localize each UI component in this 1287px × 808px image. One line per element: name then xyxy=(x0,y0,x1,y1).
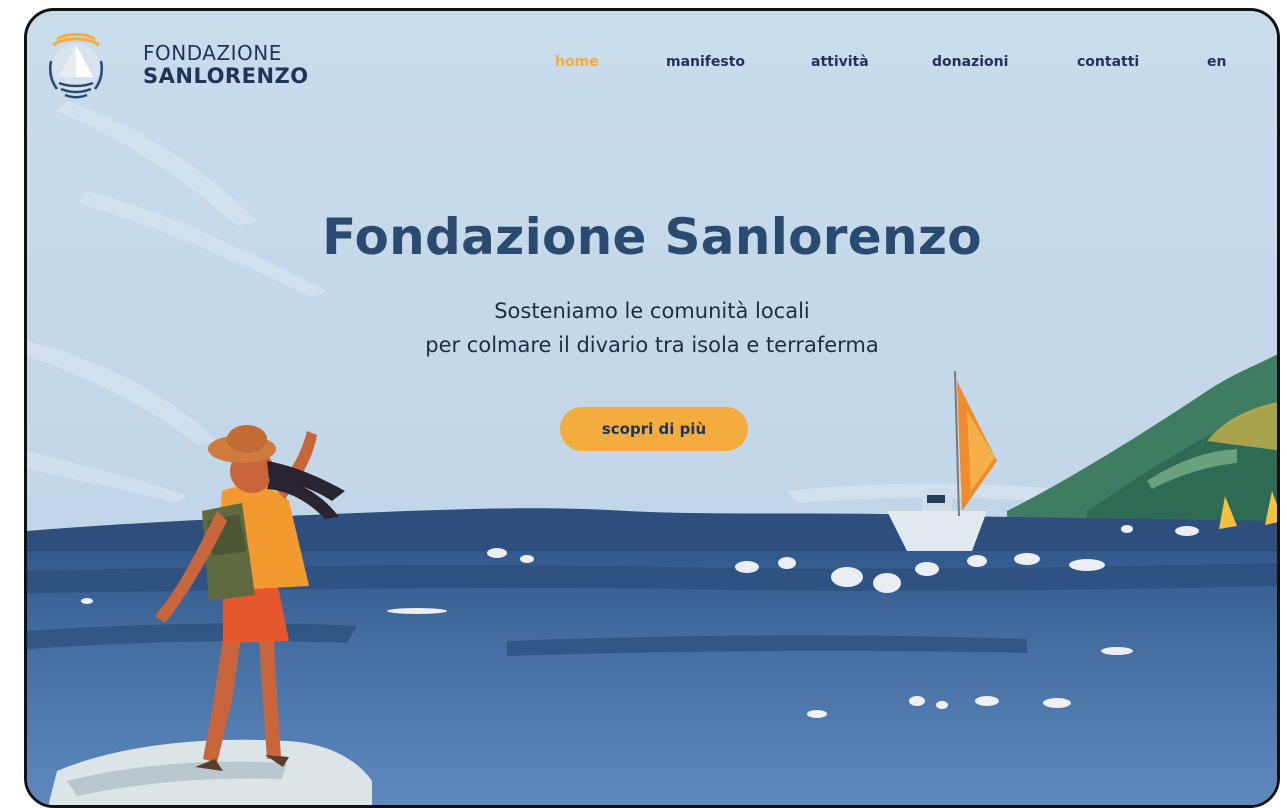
hero-subtitle-line2: per colmare il divario tra isola e terra… xyxy=(425,333,879,357)
nav-item-contatti[interactable]: contatti xyxy=(1077,54,1139,70)
discover-more-button[interactable]: scopri di più xyxy=(560,407,748,451)
nav-item-language-en[interactable]: en xyxy=(1207,54,1226,70)
nav-item-home[interactable]: home xyxy=(555,54,599,70)
top-nav: FONDAZIONE SANLORENZO home manifesto att… xyxy=(27,11,1277,115)
main-menu: home manifesto attività donazioni contat… xyxy=(27,54,1277,78)
browser-frame: FONDAZIONE SANLORENZO home manifesto att… xyxy=(24,8,1280,808)
nav-item-donazioni[interactable]: donazioni xyxy=(932,54,1008,70)
hero-subtitle: Sosteniamo le comunità locali per colmar… xyxy=(27,294,1277,362)
hero-title: Fondazione Sanlorenzo xyxy=(322,208,982,266)
nav-item-manifesto[interactable]: manifesto xyxy=(666,54,745,70)
hero-subtitle-line1: Sosteniamo le comunità locali xyxy=(494,299,810,323)
nav-item-attivita[interactable]: attività xyxy=(811,54,869,70)
